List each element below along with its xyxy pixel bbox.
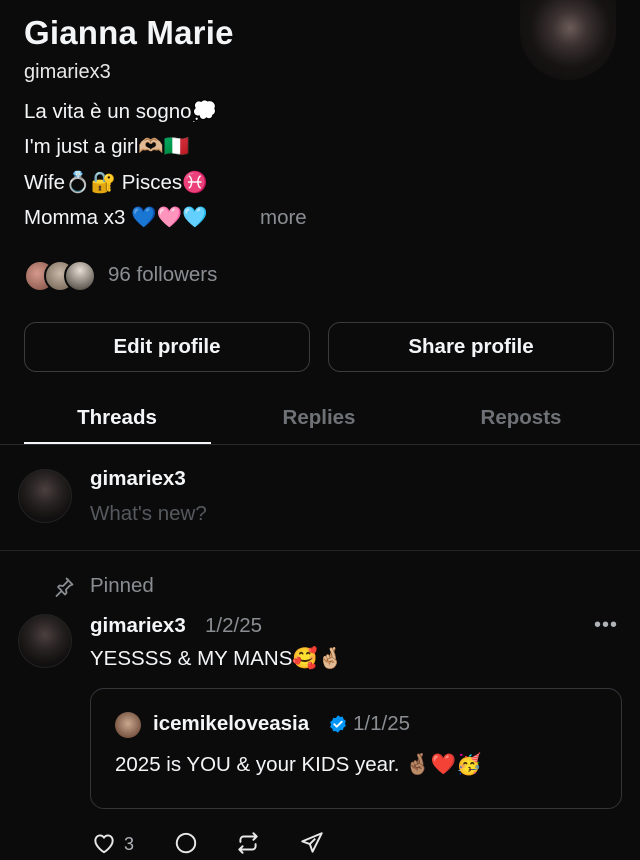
verified-badge-icon	[330, 715, 346, 733]
post-avatar[interactable]	[18, 614, 72, 668]
pin-icon	[55, 577, 74, 597]
quoted-date: 1/1/25	[353, 712, 410, 735]
bio-line: Momma x3 💙🩷🩵	[24, 206, 208, 229]
profile-name: Gianna Marie	[24, 14, 234, 51]
post-text: YESSSS & MY MANS🥰🤞🏼	[90, 647, 344, 670]
quoted-avatar	[115, 712, 141, 738]
divider	[0, 550, 640, 551]
composer-username: gimariex3	[90, 467, 186, 490]
repost-icon[interactable]	[234, 830, 262, 856]
post-username[interactable]: gimariex3	[90, 614, 186, 638]
bio-line: I'm just a girl🫶🏼🇮🇹	[24, 135, 190, 158]
edit-profile-button[interactable]: Edit profile	[24, 322, 310, 372]
profile-handle: gimariex3	[24, 61, 111, 83]
tab-divider	[0, 444, 640, 445]
tab-threads[interactable]: Threads	[22, 406, 212, 430]
quoted-username[interactable]: icemikeloveasia	[153, 712, 309, 736]
followers-count[interactable]: 96 followers	[108, 263, 217, 287]
send-icon[interactable]	[298, 830, 326, 856]
heart-icon[interactable]	[90, 830, 118, 856]
bio-more-link[interactable]: more	[260, 206, 307, 230]
composer-input[interactable]: What's new?	[90, 502, 207, 526]
composer-avatar[interactable]	[18, 469, 72, 523]
follower-avatar	[64, 260, 96, 292]
like-count: 3	[124, 834, 135, 854]
follower-avatars[interactable]	[24, 260, 96, 292]
bio-line: La vita è un sogno💭	[24, 100, 218, 123]
tab-reposts[interactable]: Reposts	[426, 406, 616, 430]
post-date: 1/2/25	[205, 614, 262, 637]
quoted-text: 2025 is YOU & your KIDS year. 🤞🏽❤️🥳	[115, 753, 482, 776]
ellipsis-icon[interactable]: •••	[594, 614, 618, 637]
bio-line: Wife💍🔐 Pisces♓️	[24, 171, 208, 194]
share-profile-button[interactable]: Share profile	[328, 322, 614, 372]
profile-avatar[interactable]	[520, 0, 616, 80]
quoted-post[interactable]	[90, 688, 622, 809]
tab-replies[interactable]: Replies	[224, 406, 414, 430]
comment-icon[interactable]	[172, 830, 200, 856]
pinned-label: Pinned	[90, 574, 154, 597]
